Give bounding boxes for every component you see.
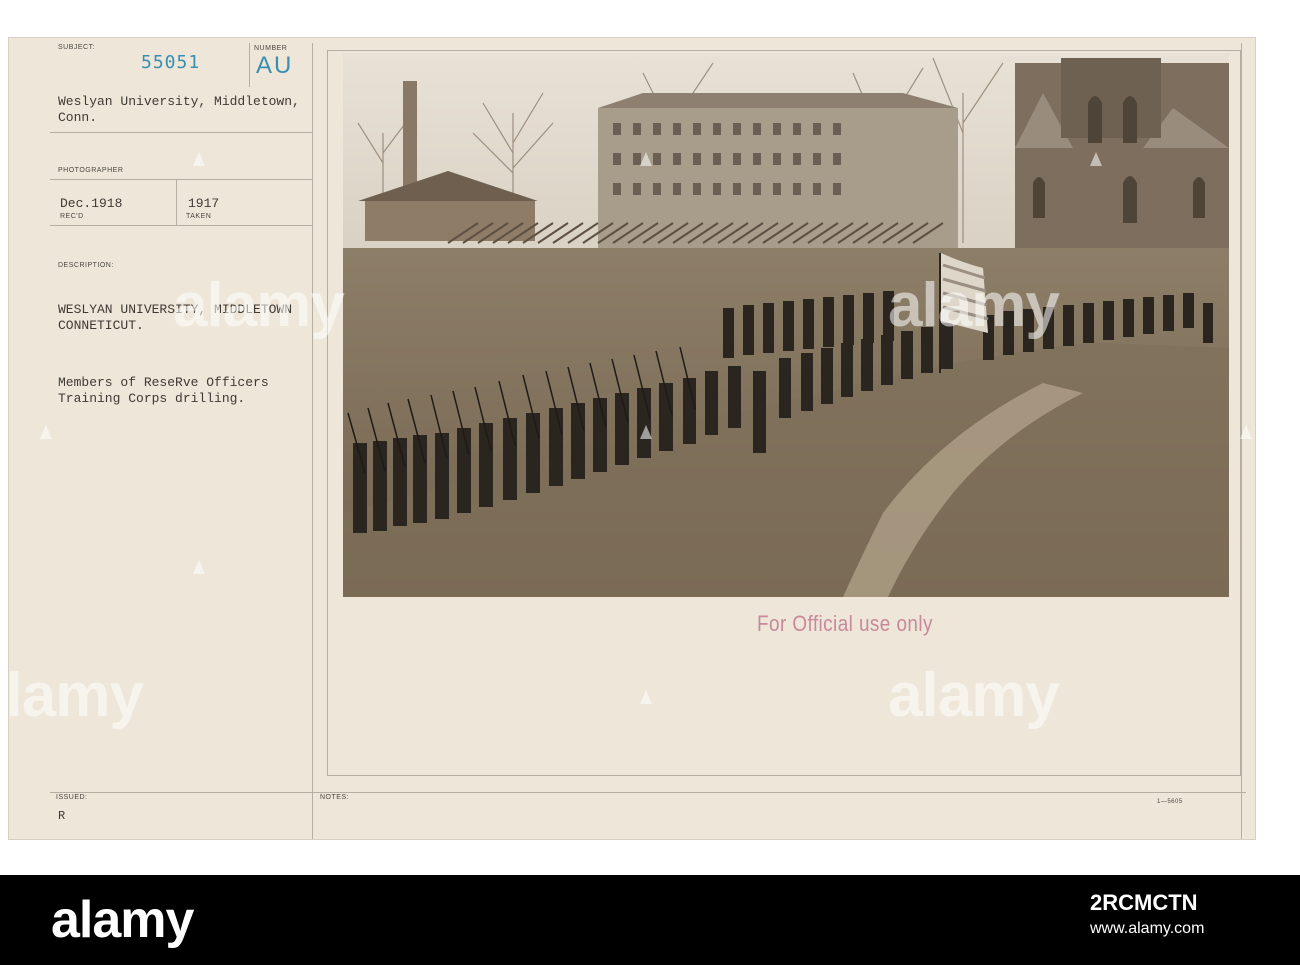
footer-url[interactable]: www.alamy.com: [1090, 920, 1204, 938]
subject-number: 55051: [141, 52, 201, 73]
image-id: 2RCMCTN: [1090, 890, 1198, 915]
divider-horizontal-photographer: [50, 179, 312, 180]
taken-label: TAKEN: [186, 213, 212, 220]
official-use-stamp: For Official use only: [757, 611, 933, 636]
description-line-3: Members of ReseRve Officers: [58, 375, 269, 390]
subject-line-1: Weslyan University, Middletown,: [58, 94, 300, 109]
number-code: AU: [256, 52, 294, 79]
watermark-triangle: [40, 425, 52, 439]
description-line-2: CONNETICUT.: [58, 318, 144, 333]
divider-vertical-dates: [176, 179, 177, 225]
watermark-alamy: alamy: [173, 271, 345, 340]
issued-value: R: [58, 809, 66, 823]
number-label: NUMBER: [254, 45, 288, 52]
form-code: 1—5605: [1157, 799, 1183, 805]
notes-label: NOTES:: [320, 794, 350, 801]
photographer-label: PHOTOGRAPHER: [58, 167, 124, 174]
watermark-triangle: [1090, 152, 1102, 166]
photograph: [343, 53, 1229, 597]
watermark-triangle: [193, 152, 205, 166]
taken-date: 1917: [188, 196, 220, 211]
divider-vertical-right: [1241, 43, 1242, 839]
divider-vertical-subject: [249, 43, 250, 87]
watermark-triangle: [1240, 425, 1252, 439]
watermark-triangle: [640, 152, 652, 166]
watermark-alamy: alamy: [888, 271, 1060, 340]
watermark-alamy: alamy: [888, 661, 1060, 730]
watermark-alamy: alamy: [0, 661, 144, 730]
watermark-triangle: [193, 560, 205, 574]
description-label: DESCRIPTION:: [58, 262, 114, 269]
footer-logo[interactable]: alamy: [51, 890, 194, 950]
watermark-triangle: [640, 690, 652, 704]
subject-label: SUBJECT:: [58, 44, 96, 51]
received-label: REC'D: [60, 213, 84, 220]
divider-vertical-left: [312, 43, 313, 839]
description-line-4: Training Corps drilling.: [58, 391, 246, 406]
watermark-triangle: [640, 425, 652, 439]
divider-horizontal-dates: [50, 225, 312, 226]
subject-line-2: Conn.: [58, 110, 98, 125]
divider-horizontal-issued: [50, 792, 1246, 793]
photograph-drawing: [343, 53, 1229, 597]
divider-horizontal-subject: [50, 132, 312, 133]
received-date: Dec.1918: [60, 196, 123, 211]
issued-label: ISSUED:: [56, 794, 88, 801]
